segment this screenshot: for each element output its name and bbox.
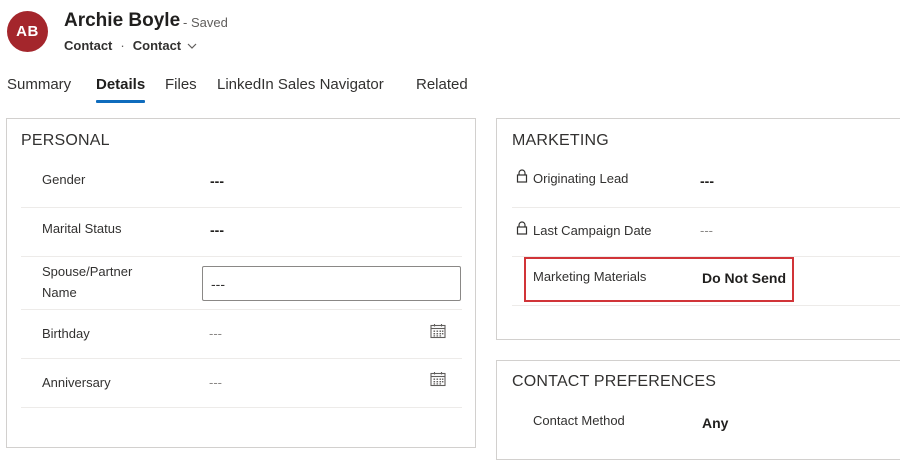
lock-icon [516, 169, 528, 183]
contact-preferences-section: CONTACT PREFERENCES Contact Method Any [496, 360, 900, 460]
field-row-spouse-partner-name: Spouse/Partner Name --- [21, 257, 462, 310]
originating-lead-value: --- [700, 173, 714, 189]
tab-files[interactable]: Files [165, 76, 197, 93]
field-label: Birthday [42, 326, 90, 341]
form-name[interactable]: Contact [133, 38, 181, 53]
marketing-section: MARKETING Originating Lead --- Last Camp… [496, 118, 900, 340]
section-title: MARKETING [512, 132, 609, 149]
calendar-icon[interactable] [430, 323, 446, 339]
entity-name: Contact [64, 38, 113, 53]
section-title: PERSONAL [21, 132, 110, 149]
field-row-marital-status: Marital Status --- [21, 208, 462, 257]
tab-summary[interactable]: Summary [7, 76, 71, 93]
spouse-partner-name-input[interactable]: --- [202, 266, 461, 301]
last-campaign-date-value: --- [700, 223, 713, 238]
tab-linkedin-sales-navigator[interactable]: LinkedIn Sales Navigator [217, 76, 384, 93]
field-label: Marital Status [42, 221, 122, 236]
field-label: Contact Method [533, 413, 625, 428]
section-title: CONTACT PREFERENCES [512, 373, 717, 390]
lock-icon [516, 221, 528, 235]
gender-value[interactable]: --- [210, 173, 224, 189]
birthday-value[interactable]: --- [209, 326, 222, 341]
field-row-originating-lead: Originating Lead --- [512, 159, 900, 208]
field-label: Originating Lead [533, 171, 629, 186]
field-row-gender: Gender --- [21, 159, 462, 208]
field-row-last-campaign-date: Last Campaign Date --- [512, 208, 900, 257]
marital-status-value[interactable]: --- [210, 222, 224, 238]
entity-form-selector: Contact · Contact [64, 38, 198, 53]
field-label-line1: Spouse/Partner [42, 264, 133, 279]
anniversary-value[interactable]: --- [209, 375, 222, 390]
field-label: Gender [42, 172, 86, 187]
chevron-down-icon[interactable] [186, 40, 198, 52]
highlight-box [524, 257, 794, 302]
calendar-icon[interactable] [430, 371, 446, 387]
contact-method-value[interactable]: Any [702, 415, 728, 431]
field-label: Last Campaign Date [533, 223, 652, 238]
tab-related[interactable]: Related [416, 76, 468, 93]
separator-dot: · [120, 38, 125, 53]
personal-section: PERSONAL Gender --- Marital Status --- S… [6, 118, 476, 448]
avatar[interactable]: AB [7, 11, 48, 52]
record-name: Archie Boyle [64, 10, 181, 31]
field-label: Anniversary [42, 375, 111, 390]
field-row-anniversary: Anniversary --- [21, 359, 462, 408]
field-label-line2: Name [42, 285, 77, 300]
field-row-birthday: Birthday --- [21, 310, 462, 359]
save-status: - Saved [183, 15, 228, 30]
tab-details[interactable]: Details [96, 76, 145, 93]
